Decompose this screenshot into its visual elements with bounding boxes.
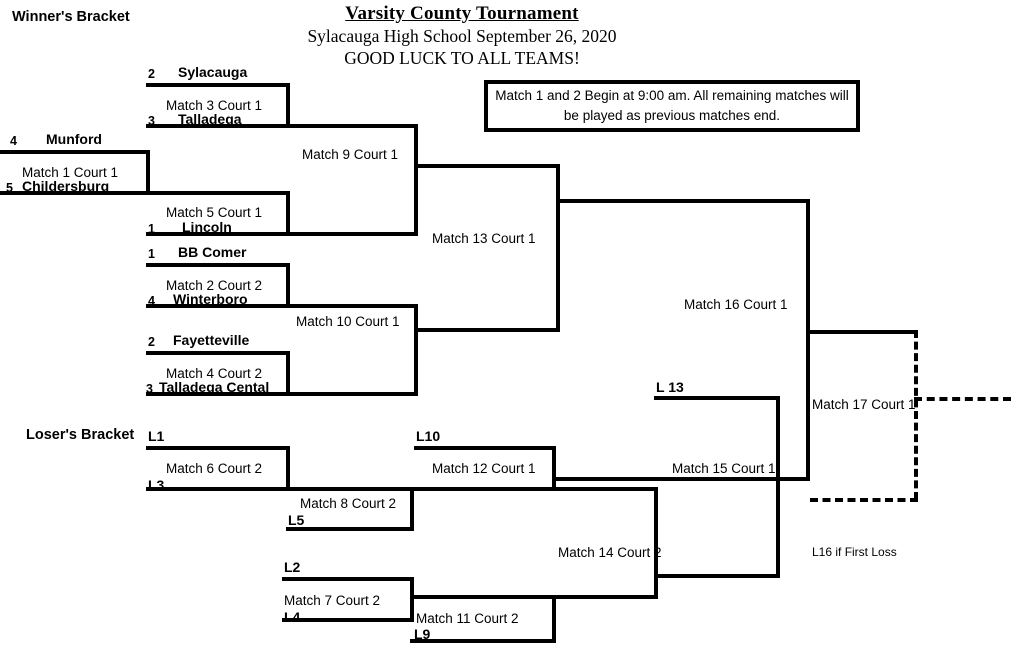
seed-lincoln: 1: [148, 222, 155, 236]
match-7-label: Match 7 Court 2: [284, 593, 381, 608]
tournament-bracket-page: Varsity County Tournament Sylacauga High…: [0, 0, 1011, 652]
seed-fayetteville: 2: [148, 335, 155, 349]
l16-first-loss-label: L16 if First Loss: [812, 545, 897, 559]
seed-talladega: 3: [148, 114, 155, 128]
match-16-label: Match 16 Court 1: [684, 297, 788, 312]
match10-right-line: [414, 304, 418, 396]
seed-talladega-cental: 3: [146, 382, 153, 396]
match-12-label: Match 12 Court 1: [432, 461, 536, 476]
match6-right-line: [286, 446, 290, 491]
match16-right-line: [806, 199, 810, 481]
good-luck-message: GOOD LUCK TO ALL TEAMS!: [344, 47, 580, 68]
match1-right-line: [146, 150, 150, 195]
seed-munford: 4: [10, 134, 17, 148]
match13-top-line: [414, 164, 560, 168]
match7-bottom-line: [282, 618, 414, 622]
team-sylacauga: Sylacauga: [178, 64, 248, 80]
team-talladega-cental: Talladega Cental: [159, 379, 270, 395]
team-bb-comer: BB Comer: [178, 244, 247, 260]
slot-l4: L4: [284, 609, 301, 625]
match-5-label: Match 5 Court 1: [166, 205, 263, 220]
match15-to-match16-line: [776, 477, 810, 481]
match12-bottom-line: [414, 487, 556, 491]
match10-top-line: [286, 304, 418, 308]
match17-dashed-right-line: [914, 330, 918, 500]
losers-bracket-heading: Loser's Bracket: [26, 427, 135, 443]
schedule-note-text: Match 1 and 2 Begin at 9:00 am. All rema…: [495, 88, 849, 123]
match6-bottom-line: [146, 487, 290, 491]
match12-top-line: [414, 446, 556, 450]
team-munford: Munford: [46, 131, 102, 147]
match2-right-line: [286, 263, 290, 308]
match7-right-line: [410, 577, 414, 622]
seed-childersburg: 5: [6, 181, 13, 195]
match15-top-line: [654, 396, 780, 400]
match7-top-line: [282, 577, 414, 581]
page-title: Varsity County Tournament: [345, 3, 579, 24]
match9-top-line: [286, 124, 418, 128]
team-winterboro: Winterboro: [173, 291, 248, 307]
match-9-label: Match 9 Court 1: [302, 147, 399, 162]
match9-right-line: [414, 124, 418, 236]
schedule-note-box: Match 1 and 2 Begin at 9:00 am. All rema…: [484, 80, 860, 132]
match8-top-line: [286, 487, 414, 491]
match-10-label: Match 10 Court 1: [296, 314, 400, 329]
match2-top-line: [146, 263, 290, 267]
match5-right-line: [286, 191, 290, 236]
team-lincoln: Lincoln: [182, 219, 232, 235]
match11-bottom-line: [410, 639, 556, 643]
match3-top-line: [146, 83, 290, 87]
match11-right-line: [552, 595, 556, 643]
match14-bottom-line: [552, 595, 658, 599]
title-block: Varsity County Tournament Sylacauga High…: [232, 2, 692, 70]
match9-bottom-line: [286, 232, 418, 236]
match17-dashed-output-line: [914, 397, 1011, 401]
seed-sylacauga: 2: [148, 67, 155, 81]
match4-top-line: [146, 351, 290, 355]
match-13-label: Match 13 Court 1: [432, 231, 536, 246]
match14-right-line: [654, 487, 658, 599]
match-15-label: Match 15 Court 1: [672, 461, 776, 476]
match-11-label: Match 11 Court 2: [416, 611, 519, 626]
seed-winterboro: 4: [148, 294, 155, 308]
match1-top-line: [0, 150, 150, 154]
match14-top-line: [552, 487, 658, 491]
match-6-label: Match 6 Court 2: [166, 461, 263, 476]
slot-l2: L2: [284, 559, 301, 575]
match-17-label: Match 17 Court 1: [812, 397, 916, 412]
match15-right-line: [776, 396, 780, 578]
match12-right-line: [552, 446, 556, 491]
match6-top-line: [146, 446, 290, 450]
match15-bottom-line: [654, 574, 780, 578]
match13-right-line: [556, 164, 560, 332]
match16-top-line: [556, 199, 810, 203]
match8-bottom-line: [286, 527, 414, 531]
match11-top-line: [410, 595, 556, 599]
match-14-label: Match 14 Court 2: [558, 545, 662, 560]
slot-l10: L10: [416, 428, 441, 444]
match17-dashed-bottom-line: [810, 498, 918, 502]
team-fayetteville: Fayetteville: [173, 332, 250, 348]
winners-bracket-heading: Winner's Bracket: [12, 9, 130, 25]
slot-l9: L9: [414, 626, 431, 642]
team-childersburg: Childersburg: [22, 178, 110, 194]
seed-bb-comer: 1: [148, 247, 155, 261]
match5-top-line: [146, 191, 290, 195]
match8-right-line: [410, 487, 414, 531]
match-8-label: Match 8 Court 2: [300, 496, 397, 511]
slot-l3: L3: [148, 477, 165, 493]
match4-right-line: [286, 351, 290, 396]
slot-l13: L 13: [656, 379, 684, 395]
match10-bottom-line: [286, 392, 418, 396]
slot-l1: L1: [148, 428, 165, 444]
match17-top-line: [806, 330, 916, 334]
page-subtitle: Sylacauga High School September 26, 2020: [307, 25, 617, 46]
match3-right-line: [286, 83, 290, 128]
slot-l5: L5: [288, 512, 305, 528]
match16-bottom-line: [556, 477, 810, 481]
match13-bottom-line: [414, 328, 560, 332]
team-talladega: Talladega: [178, 111, 242, 127]
